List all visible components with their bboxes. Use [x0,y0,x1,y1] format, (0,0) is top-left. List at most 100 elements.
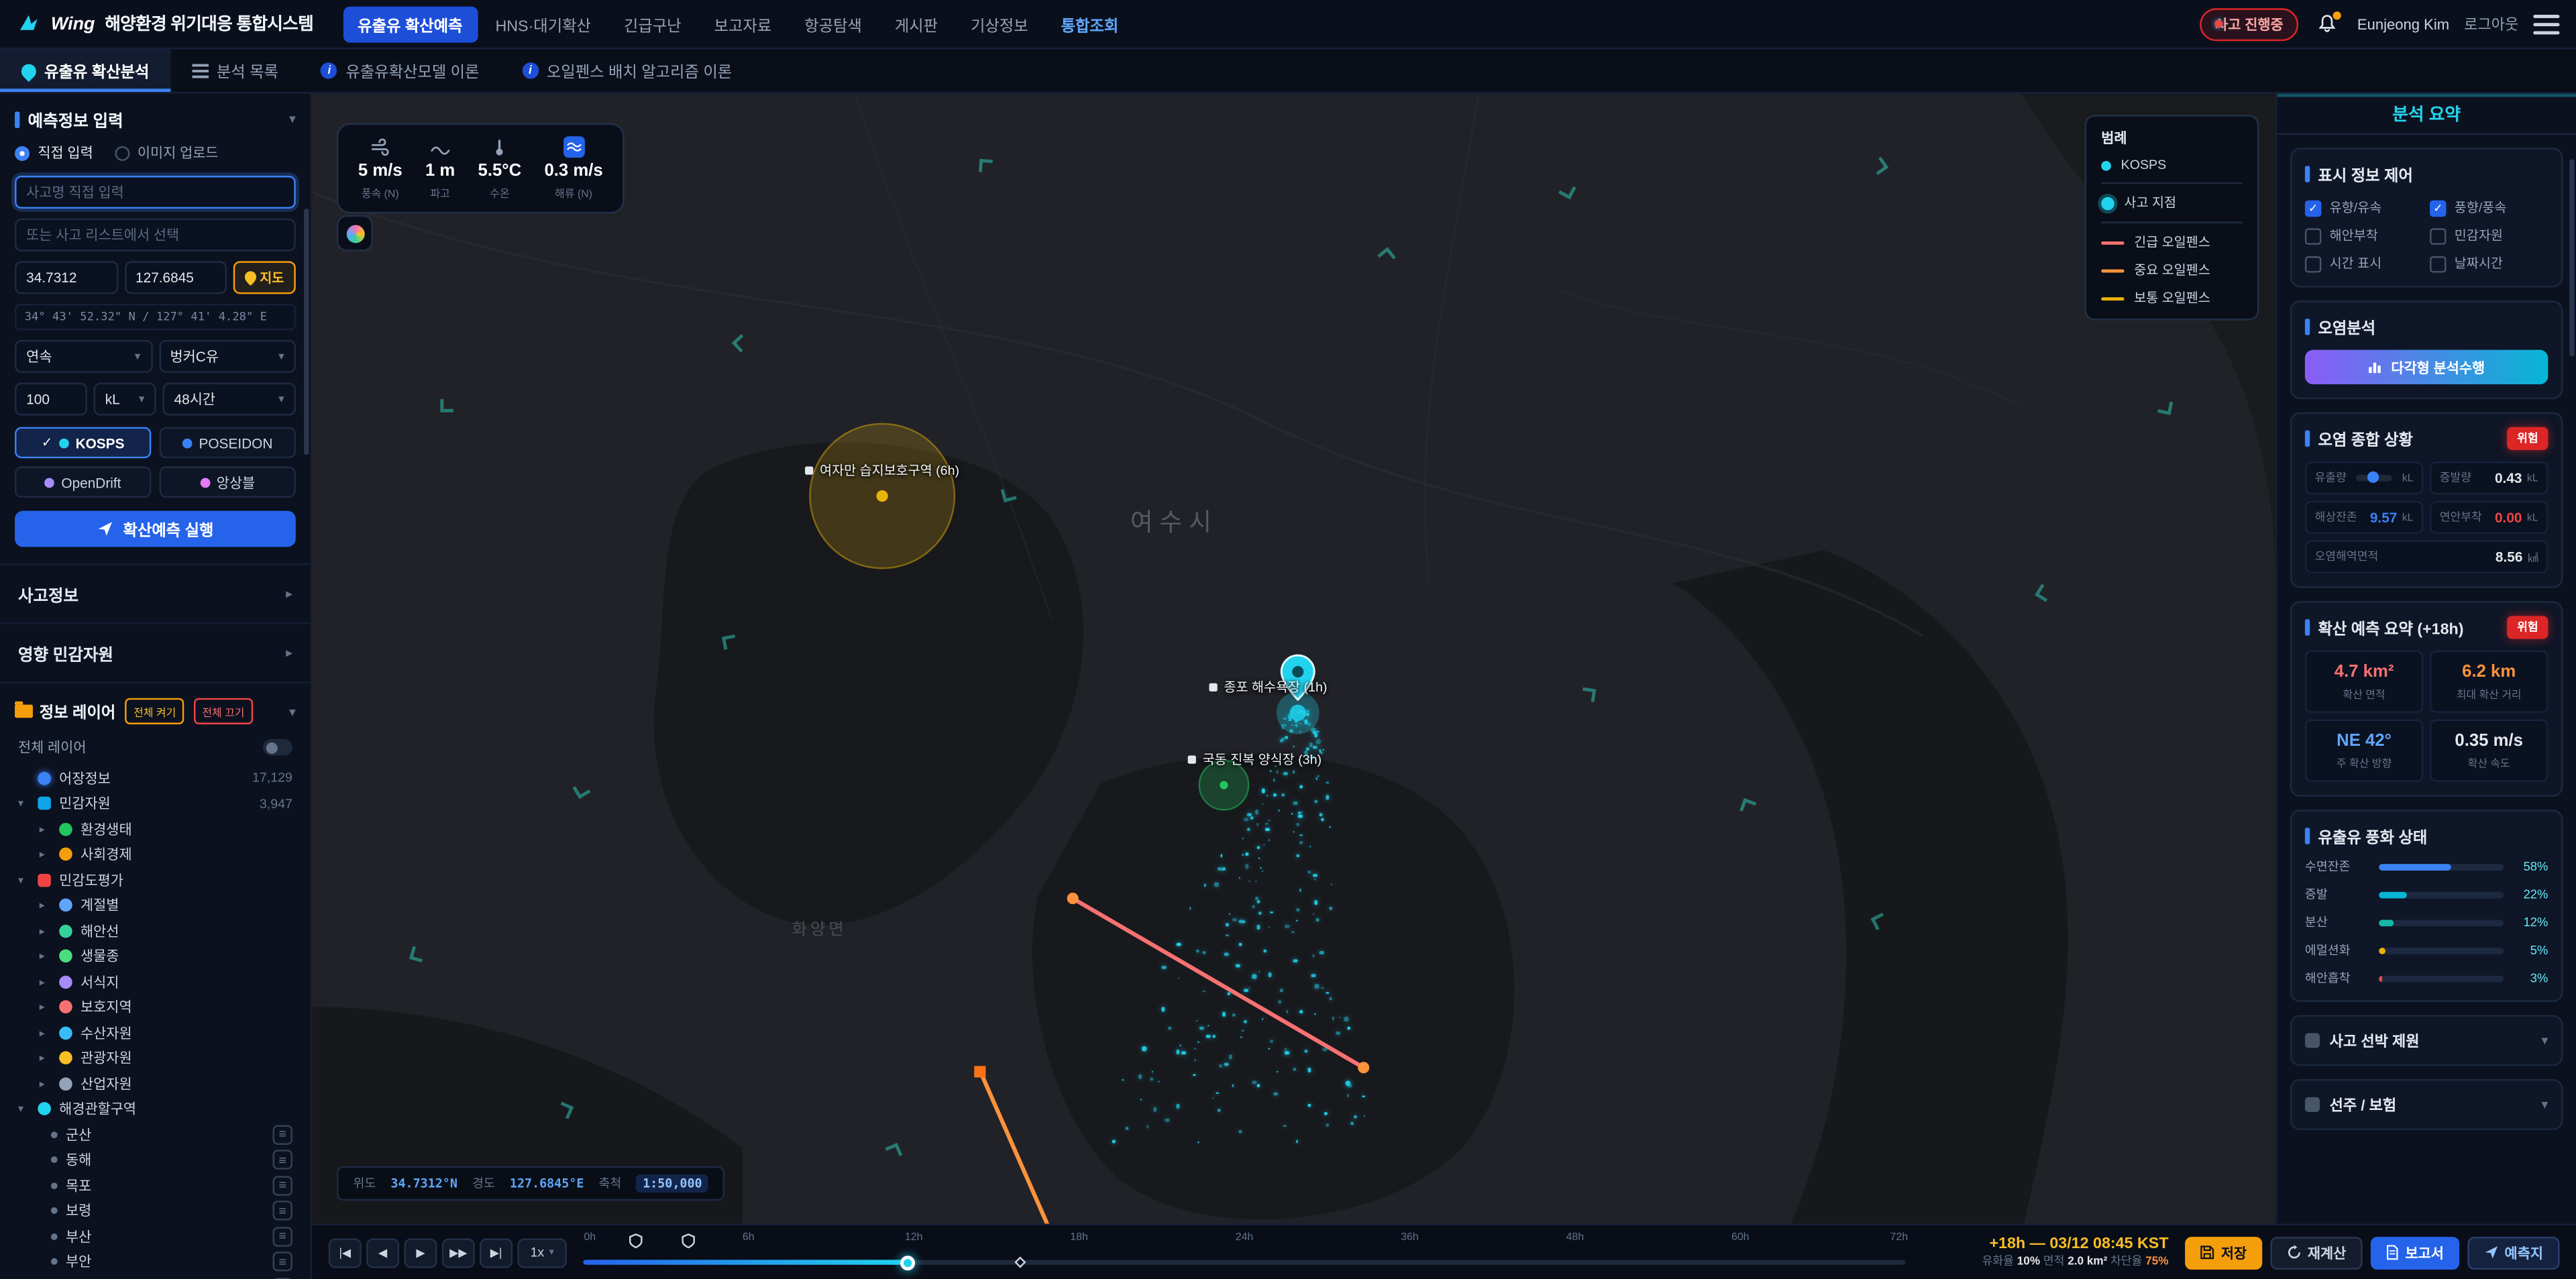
sidebar-scrollbar[interactable] [304,209,309,455]
radio-image-upload[interactable] [115,146,129,160]
notification-bell-icon[interactable] [2313,9,2343,38]
layer-row-boryeong[interactable]: 보령≡ [0,1199,311,1224]
layer-style-icon[interactable]: ≡ [273,1252,292,1272]
layer-style-icon[interactable]: ≡ [273,1125,292,1144]
layer-row-habitat[interactable]: ▸서식지 [0,969,311,995]
fence-endpoint[interactable] [974,1066,985,1077]
polygon-analysis-button[interactable]: 다각형 분석수행 [2305,350,2548,384]
skip-end-button[interactable]: ▶| [480,1237,513,1267]
layer-style-icon[interactable]: ≡ [273,1201,292,1221]
layer-row-gunsan[interactable]: 군산≡ [0,1122,311,1148]
save-button[interactable]: 저장 [2185,1236,2261,1269]
layer-row-protected[interactable]: ▸보호지역 [0,995,311,1020]
vessel-spec-section[interactable]: 사고 선박 제원 ▾ [2290,1015,2563,1066]
accident-info-section[interactable]: 사고정보 ▸ [0,563,311,622]
nav-item-weather[interactable]: 기상정보 [956,6,1043,42]
hamburger-menu-icon[interactable] [2533,14,2559,34]
timeline-event-marker[interactable] [629,1227,643,1256]
checkbox-checked-icon[interactable]: ✓ [2305,200,2321,216]
timeline-thumb[interactable] [901,1255,916,1270]
layer-row-sensitive[interactable]: ▾ 민감자원 3,947 [0,791,311,816]
model-chip-ensemble[interactable]: 앙상블 [160,467,296,498]
beach-label[interactable]: 종포 해수욕장 (1h) [1209,678,1327,696]
nav-item-rescue[interactable]: 긴급구난 [609,6,696,42]
option-shore-adhesion[interactable]: 해안부착 [2305,227,2423,245]
user-name[interactable]: Eunjeong Kim [2357,15,2449,32]
spill-amount-slider[interactable] [2357,475,2392,482]
amount-input[interactable] [15,383,87,416]
checkbox-icon[interactable] [2430,256,2446,272]
timeline-event-marker[interactable] [1014,1256,1025,1268]
model-chip-poseidon[interactable]: POSEIDON [160,427,296,459]
model-chip-kosps[interactable]: ✓ KOSPS [15,427,151,459]
nav-item-board[interactable]: 게시판 [880,6,953,42]
option-current[interactable]: ✓유향/유속 [2305,199,2423,217]
checkbox-checked-icon[interactable]: ✓ [2430,200,2446,216]
fence-endpoint[interactable] [1358,1062,1369,1073]
tab-boom-algorithm-theory[interactable]: i 오일펜스 배치 알고리즘 이론 [500,49,753,92]
layer-style-icon[interactable]: ≡ [273,1227,292,1246]
step-back-button[interactable]: ◀ [366,1237,399,1267]
owner-insurance-section[interactable]: 선주 / 보험 ▾ [2290,1079,2563,1130]
caret-right-icon[interactable]: ▸ [40,924,51,938]
checkbox-icon[interactable] [2305,256,2321,272]
layer-row-coastline[interactable]: ▸해안선 [0,918,311,944]
incident-status-badge[interactable]: 사고 진행중 [2200,7,2298,40]
caret-right-icon[interactable]: ▸ [40,848,51,861]
oil-type-select[interactable]: 벙커C유 ▾ [158,340,295,373]
fast-forward-button[interactable]: ▶▶ [442,1237,475,1267]
caret-right-icon[interactable]: ▸ [40,899,51,912]
caret-right-icon[interactable]: ▸ [40,1026,51,1040]
recalculate-button[interactable]: 재계산 [2269,1236,2362,1269]
layer-row-socioeconomic[interactable]: ▸ 사회경제 [0,842,311,867]
farm-label[interactable]: 국동 진복 양식장 (3h) [1188,750,1322,769]
tab-model-theory[interactable]: i 유출유확산모델 이론 [300,49,501,92]
latitude-input[interactable] [15,261,117,294]
layer-style-icon[interactable]: ≡ [273,1150,292,1170]
layer-row-buan[interactable]: 부안≡ [0,1249,311,1274]
map-pick-button[interactable]: 지도 [233,261,296,294]
map-style-button[interactable] [337,215,373,252]
caret-right-icon[interactable]: ▸ [40,975,51,989]
model-chip-opendrift[interactable]: OpenDrift [15,467,151,498]
predict-input-header[interactable]: 예측정보 입력 ▾ [15,107,296,131]
layer-row-busan[interactable]: 부산≡ [0,1223,311,1249]
speed-select[interactable]: 1x▾ [517,1237,566,1267]
master-layer-toggle[interactable] [263,739,292,755]
major-oil-fence-line[interactable] [981,1072,1063,1223]
layer-row-sacheon[interactable]: 사천≡ [0,1274,311,1279]
layer-row-eco[interactable]: ▸ 환경생태 [0,816,311,842]
accident-name-input[interactable] [15,176,296,209]
urgent-oil-fence-line[interactable] [1073,899,1363,1068]
option-time-display[interactable]: 시간 표시 [2305,255,2423,273]
layer-row-tourism[interactable]: ▸관광자원 [0,1046,311,1071]
nav-item-oil-diffusion[interactable]: 유출유 확산예측 [343,6,477,42]
longitude-input[interactable] [124,261,227,294]
timeline-track-area[interactable]: 0h 6h 12h 18h 24h 36h 48h 60h 72h [583,1225,1905,1279]
impact-resources-section[interactable]: 영향 민감자원 ▸ [0,622,311,681]
layer-row-species[interactable]: ▸생물종 [0,944,311,969]
unit-select[interactable]: kL ▾ [94,383,156,416]
caret-right-icon[interactable]: ▸ [40,950,51,963]
radio-direct-input[interactable] [15,146,30,160]
layer-row-donghae[interactable]: 동해≡ [0,1148,311,1173]
layer-row-sensitivity[interactable]: ▾ 민감도평가 [0,867,311,893]
layer-row-fisheries-resource[interactable]: ▸수산자원 [0,1020,311,1046]
skip-start-button[interactable]: |◀ [329,1237,362,1267]
caret-right-icon[interactable]: ▸ [40,1077,51,1091]
caret-down-icon[interactable]: ▾ [18,1103,30,1116]
layer-row-industry[interactable]: ▸산업자원 [0,1071,311,1097]
predict-map-button[interactable]: 예측지 [2467,1236,2559,1269]
wetland-label[interactable]: 여자만 습지보호구역 (6h) [805,461,959,480]
layer-row-mokpo[interactable]: 목포≡ [0,1173,311,1199]
nav-item-integrated-search[interactable]: 통합조회 [1046,6,1134,42]
caret-right-icon[interactable]: ▸ [40,1001,51,1014]
caret-right-icon[interactable]: ▸ [40,1052,51,1065]
play-button[interactable]: ▶ [404,1237,437,1267]
caret-down-icon[interactable]: ▾ [18,797,30,810]
accident-list-input[interactable] [15,219,296,252]
nav-item-aerial[interactable]: 항공탐색 [790,6,877,42]
layer-style-icon[interactable]: ≡ [273,1176,292,1195]
right-panel-scrollbar[interactable] [2569,160,2574,357]
nav-item-hns[interactable]: HNS·대기확산 [480,6,606,42]
